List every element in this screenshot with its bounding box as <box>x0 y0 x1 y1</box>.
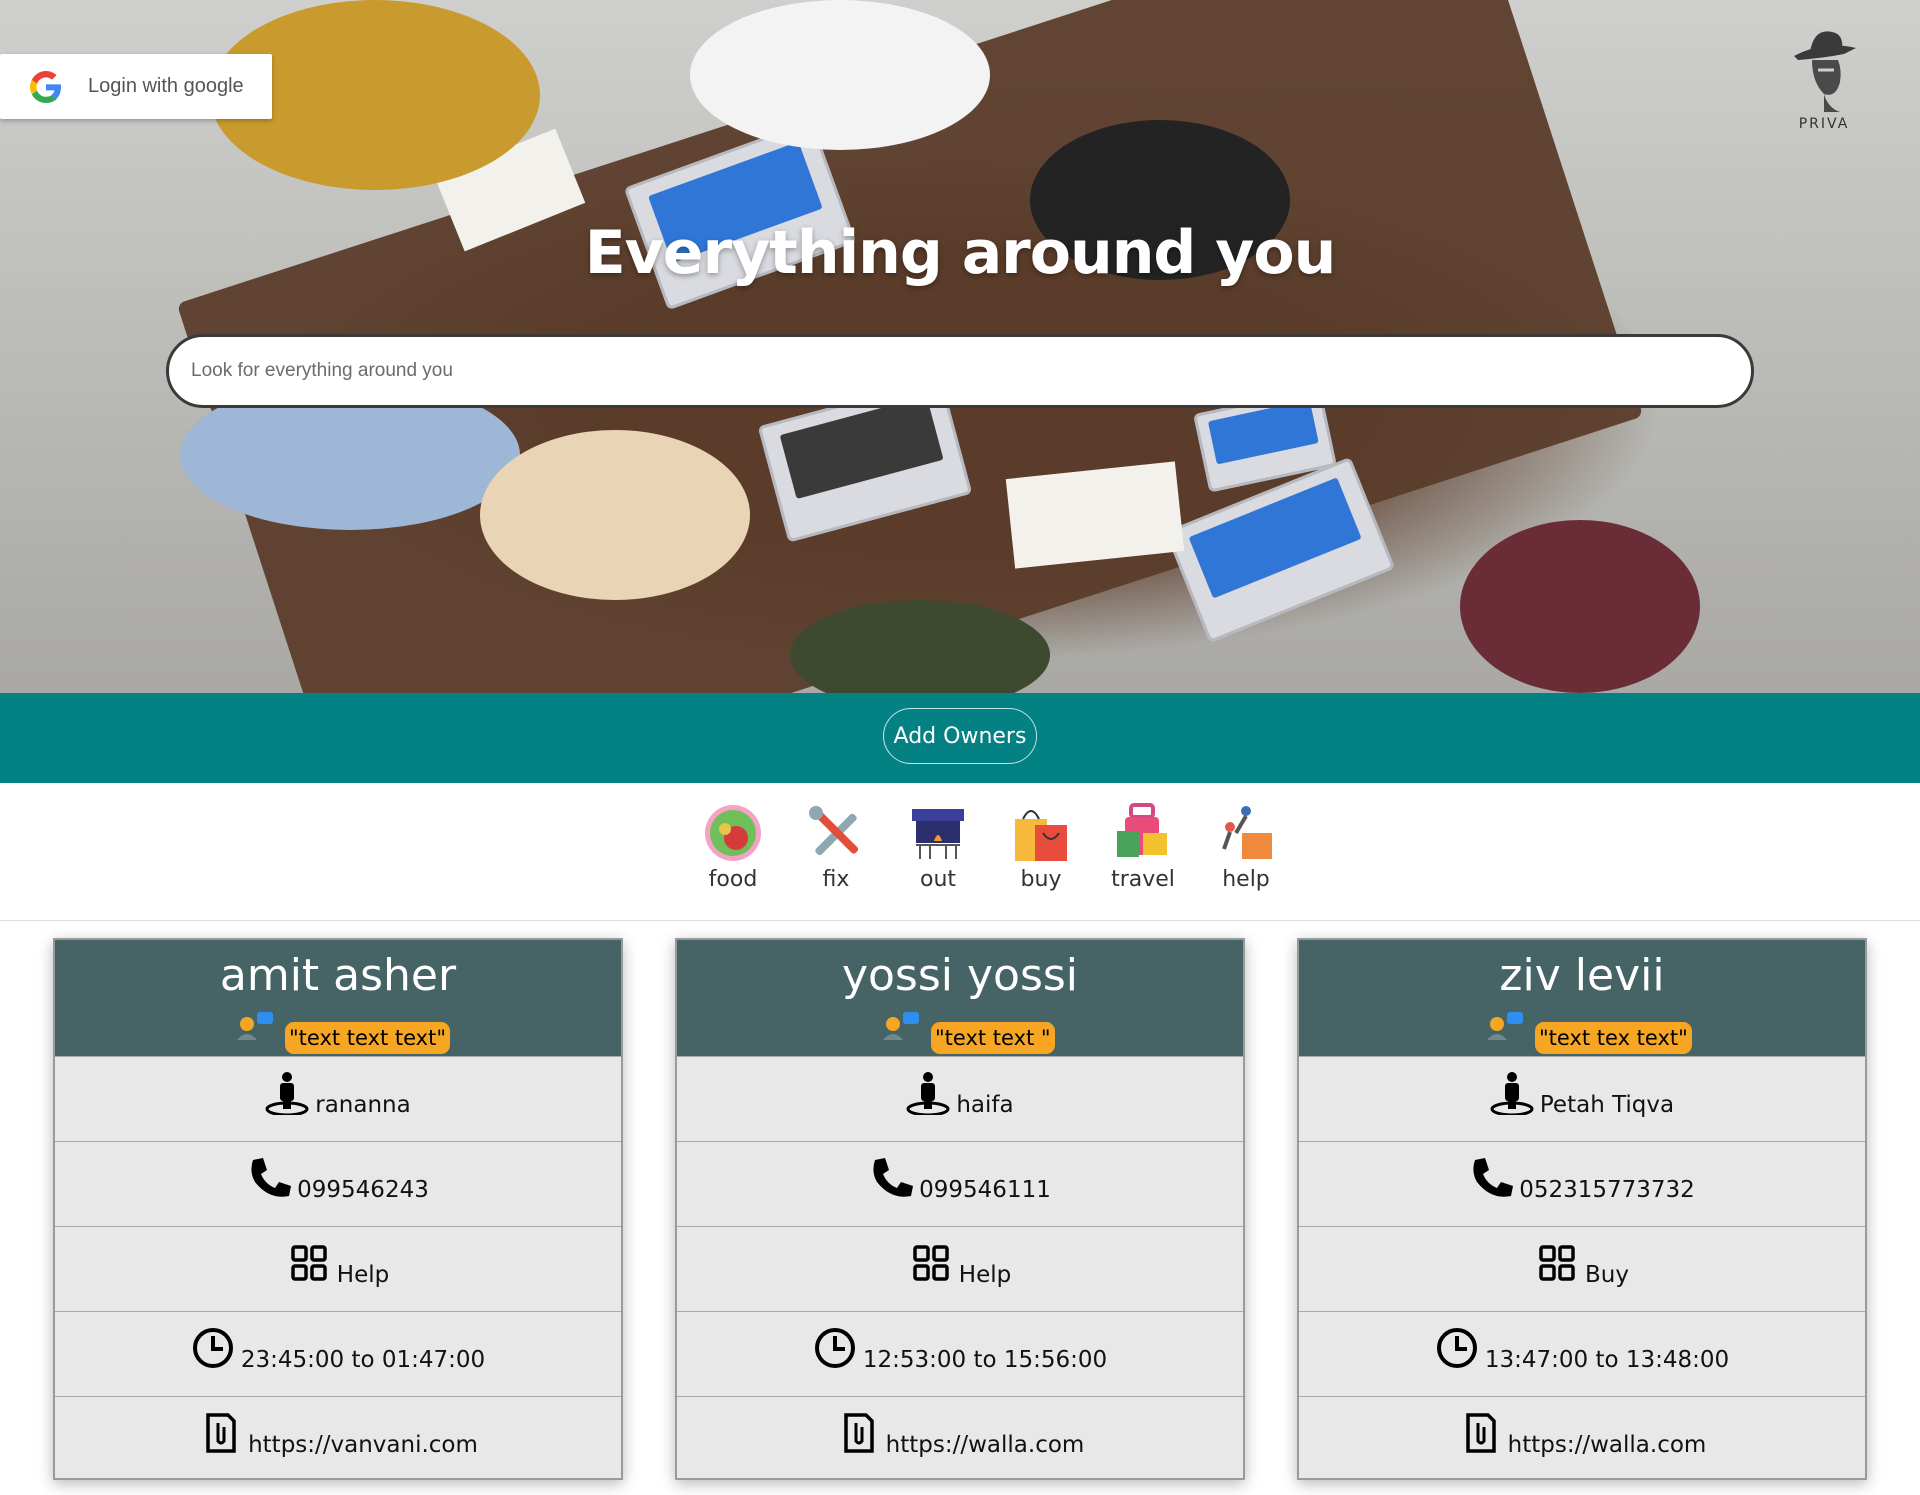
paperclip-file-icon <box>1465 1413 1496 1453</box>
hero-photo-person <box>1460 520 1700 693</box>
search-input[interactable] <box>191 337 1691 405</box>
luggage-icon <box>1113 803 1173 863</box>
owner-card[interactable]: yossi yossi "text text " haifa 099546111… <box>675 938 1245 1480</box>
location-row: haifa <box>677 1056 1243 1141</box>
person-pin-icon <box>265 1072 309 1115</box>
location-text: Petah Tiqva <box>1539 1092 1675 1118</box>
category-row: Help <box>677 1226 1243 1311</box>
grid-icon <box>913 1245 949 1281</box>
phone-row: 052315773732 <box>1299 1141 1865 1226</box>
chat-icon <box>1487 1012 1523 1040</box>
category-food[interactable]: food <box>688 803 778 892</box>
category-out[interactable]: out <box>893 803 983 892</box>
location-text: haifa <box>956 1092 1014 1118</box>
category-label: fix <box>822 867 850 892</box>
owner-tag: "text text text" <box>285 1022 451 1054</box>
category-label: help <box>1222 867 1270 892</box>
clock-icon <box>814 1328 855 1368</box>
owner-tag: "text tex text" <box>1535 1022 1692 1054</box>
tools-icon <box>806 803 866 863</box>
paperclip-file-icon <box>843 1413 874 1453</box>
google-icon <box>30 70 61 103</box>
person-pin-icon <box>1490 1072 1534 1115</box>
person-pin-icon <box>906 1072 950 1115</box>
phone-row: 099546111 <box>677 1141 1243 1226</box>
link-row[interactable]: https://walla.com <box>677 1396 1243 1481</box>
location-row: rananna <box>55 1056 621 1141</box>
login-with-google-button[interactable]: Login with google <box>0 54 272 119</box>
hours-text: 23:45:00 to 01:47:00 <box>240 1347 486 1373</box>
phone-icon <box>1473 1158 1514 1197</box>
category-label: travel <box>1111 867 1175 892</box>
link-text[interactable]: https://vanvani.com <box>248 1432 478 1458</box>
chat-icon <box>883 1012 919 1040</box>
hero-photo-person <box>480 430 750 600</box>
category-text: Help <box>958 1262 1012 1288</box>
hero-photo-person <box>690 0 990 150</box>
clock-icon <box>1436 1328 1477 1368</box>
link-text[interactable]: https://walla.com <box>886 1432 1085 1458</box>
category-bar: food fix out buy travel help <box>0 783 1920 921</box>
location-row: Petah Tiqva <box>1299 1056 1865 1141</box>
hero-photo-paper <box>1005 461 1185 569</box>
chat-icon <box>237 1012 273 1040</box>
hero-banner: Everything around you Login with google … <box>0 0 1920 693</box>
category-text: Help <box>336 1262 390 1288</box>
hours-text: 13:47:00 to 13:48:00 <box>1484 1347 1730 1373</box>
priva-logo[interactable]: PRIVA <box>1784 22 1864 137</box>
phone-icon <box>251 1158 292 1197</box>
category-row: Help <box>55 1226 621 1311</box>
owner-card[interactable]: ziv levii "text tex text" Petah Tiqva 05… <box>1297 938 1867 1480</box>
category-help[interactable]: help <box>1201 803 1291 892</box>
fireplace-icon <box>908 803 968 863</box>
hours-row: 13:47:00 to 13:48:00 <box>1299 1311 1865 1396</box>
phone-text: 052315773732 <box>1519 1177 1695 1203</box>
login-label: Login with google <box>88 75 244 97</box>
location-text: rananna <box>315 1092 411 1118</box>
hours-text: 12:53:00 to 15:56:00 <box>862 1347 1108 1373</box>
logo-text: PRIVA <box>1798 116 1850 132</box>
category-label: food <box>708 867 758 892</box>
category-travel[interactable]: travel <box>1098 803 1188 892</box>
owner-name: yossi yossi <box>841 950 1079 1001</box>
category-fix[interactable]: fix <box>791 803 881 892</box>
category-text: Buy <box>1585 1262 1629 1288</box>
hours-row: 12:53:00 to 15:56:00 <box>677 1311 1243 1396</box>
grid-icon <box>1539 1245 1575 1281</box>
phone-row: 099546243 <box>55 1141 621 1226</box>
category-label: out <box>919 867 957 892</box>
owner-tag: "text text " <box>931 1022 1055 1054</box>
hero-title: Everything around you <box>584 218 1337 288</box>
link-text[interactable]: https://walla.com <box>1508 1432 1707 1458</box>
owner-card[interactable]: amit asher "text text text" rananna 0995… <box>53 938 623 1480</box>
paperclip-file-icon <box>206 1413 236 1453</box>
category-label: buy <box>1020 867 1062 892</box>
grid-icon <box>291 1245 327 1281</box>
category-row: Buy <box>1299 1226 1865 1311</box>
search-bar[interactable] <box>166 334 1754 408</box>
category-buy[interactable]: buy <box>996 803 1086 892</box>
hat-man-icon <box>1794 31 1856 112</box>
owner-name: amit asher <box>219 950 457 1001</box>
link-row[interactable]: https://walla.com <box>1299 1396 1865 1481</box>
link-row[interactable]: https://vanvani.com <box>55 1396 621 1481</box>
food-icon <box>703 803 763 863</box>
card-header: ziv levii "text tex text" <box>1299 940 1865 1056</box>
shopping-bag-icon <box>1011 803 1071 863</box>
owner-name: ziv levii <box>1499 950 1665 1001</box>
clock-icon <box>192 1328 233 1368</box>
phone-icon <box>873 1158 914 1197</box>
helping-hand-icon <box>1216 803 1276 863</box>
card-header: amit asher "text text text" <box>55 940 621 1056</box>
phone-text: 099546111 <box>919 1177 1051 1203</box>
hours-row: 23:45:00 to 01:47:00 <box>55 1311 621 1396</box>
card-header: yossi yossi "text text " <box>677 940 1243 1056</box>
add-owners-button[interactable]: Add Owners <box>883 708 1037 764</box>
phone-text: 099546243 <box>297 1177 429 1203</box>
